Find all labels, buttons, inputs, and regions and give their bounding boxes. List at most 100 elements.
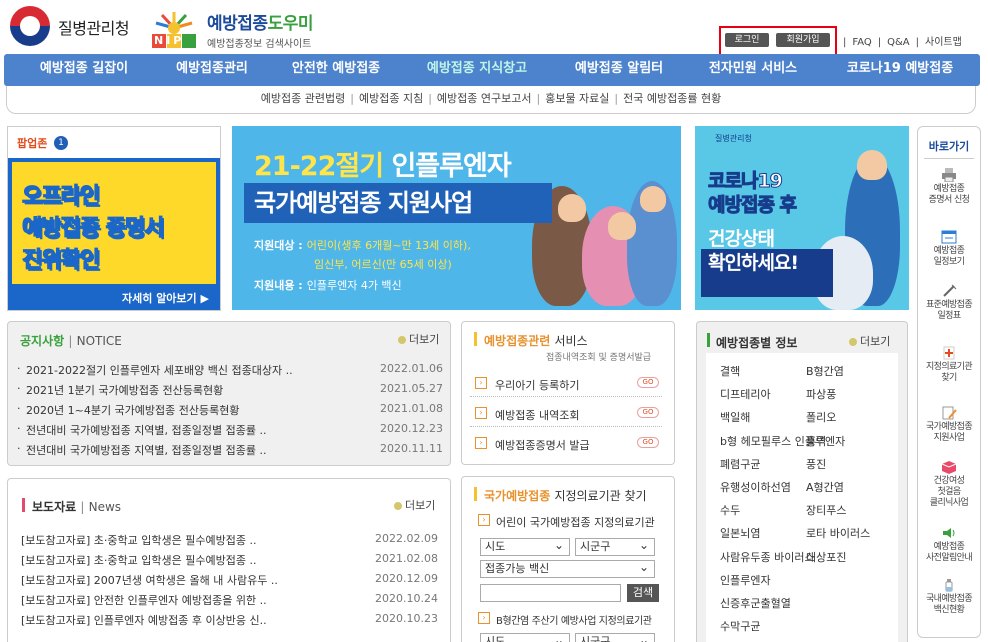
disease-item[interactable]: B형간염 — [802, 363, 844, 379]
sido-select[interactable]: 시도 — [480, 537, 570, 556]
notice-item-title: 2020년 1~4분기 국가예방접종 전산등록현황 — [26, 404, 240, 417]
disease-item[interactable]: 디프테리아 — [716, 386, 771, 402]
covid-line-1: 코로나19 — [708, 170, 784, 193]
clinic-child-label: 어린이 국가예방접종 지정의료기관 — [496, 516, 655, 529]
faq-link[interactable]: FAQ — [852, 37, 871, 48]
press-item-title: [보도참고자료] 초·중학교 입학생은 필수예방접종 .. — [21, 554, 257, 567]
press-item-title: [보도참고자료] 초·중학교 입학생은 필수예방접종 .. — [21, 534, 257, 547]
disease-title-bar — [707, 333, 710, 347]
nav-item-knowledge[interactable]: 예방접종 지식창고 — [414, 54, 540, 86]
disease-item[interactable]: 폐렴구균 — [716, 456, 760, 472]
subnav-reports[interactable]: 예방접종 연구보고서 — [437, 92, 532, 105]
quick-vaccine-status[interactable]: 국내예방접종 백신현황 — [917, 578, 981, 616]
go-button[interactable]: GO — [637, 437, 659, 448]
popup-more-link[interactable]: 자세히 알아보기 ▶ — [122, 290, 209, 306]
press-more-link[interactable]: 더보기 — [394, 497, 435, 513]
hepb-sido-select[interactable]: 시도 — [480, 632, 570, 642]
nav-item-alerts[interactable]: 예방접종 알림터 — [560, 54, 678, 86]
sigungu-select[interactable]: 시군구 — [575, 537, 655, 556]
nav-item-safety[interactable]: 안전한 예방접종 — [280, 54, 392, 86]
vaccine-select[interactable]: 접종가능 백신 — [480, 559, 655, 578]
signup-button[interactable]: 회원가입 — [776, 33, 830, 47]
quick-pre-notice[interactable]: 예방접종 사전알림안내 — [917, 526, 981, 564]
services-title-rest: 서비스 — [554, 334, 588, 348]
document-pen-icon — [942, 406, 957, 420]
nav-item-covid[interactable]: 코로나19 예방접종 — [830, 54, 970, 86]
nip-letters: NIP — [154, 34, 185, 47]
site-title[interactable]: 예방접종도우미 — [207, 9, 313, 34]
nav-item-guide[interactable]: 예방접종 길잡이 — [22, 54, 146, 86]
quick-find-clinic[interactable]: 지정의료기관 찾기 — [917, 346, 981, 384]
arrow-right-icon: › — [475, 437, 487, 449]
disease-more-link[interactable]: 더보기 — [849, 333, 890, 349]
disease-item[interactable]: 수두 — [716, 502, 740, 518]
disease-item[interactable]: 일본뇌염 — [716, 525, 760, 541]
disease-item[interactable]: 홍역 — [802, 433, 826, 449]
hospital-icon — [943, 346, 955, 360]
notice-item-title: 2021-2022절기 인플루엔자 세포배양 백신 접종대상자 .. — [26, 364, 293, 377]
go-button[interactable]: GO — [637, 377, 659, 388]
disease-item[interactable]: 폴리오 — [802, 409, 836, 425]
disease-item[interactable]: 파상풍 — [802, 386, 836, 402]
quick-standard-schedule[interactable]: 표준예방접종 일정표 — [917, 284, 981, 322]
clinic-search-input[interactable] — [480, 584, 621, 602]
clinic-title-main: 국가예방접종 — [484, 489, 551, 503]
disease-item[interactable]: 대상포진 — [802, 549, 846, 565]
quick-cert-apply[interactable]: 예방접종 증명서 신청 — [917, 168, 981, 206]
service-register-baby[interactable]: › 우리아기 등록하기 GO — [470, 371, 662, 397]
subnav-laws[interactable]: 예방접종 관련법령 — [261, 92, 345, 105]
agency-name[interactable]: 질병관리청 — [58, 15, 130, 39]
disease-item[interactable]: 인플루엔자 — [716, 572, 771, 588]
disease-item[interactable]: 신증후군출혈열 — [716, 595, 791, 611]
disease-item[interactable]: 백일해 — [716, 409, 750, 425]
notice-item-date: 2021.01.08 — [380, 402, 443, 415]
login-button[interactable]: 로그인 — [725, 33, 769, 47]
subnav-promo[interactable]: 홍보물 자료실 — [545, 92, 609, 105]
press-item-date: 2022.02.09 — [375, 532, 438, 545]
service-history[interactable]: › 예방접종 내역조회 GO — [470, 401, 662, 427]
covid-line-2: 예방접종 후 — [707, 194, 797, 217]
clinic-title-bar — [474, 487, 477, 501]
top-links: | FAQ | Q&A | 사이트맵 — [843, 37, 962, 48]
agency-emblem[interactable] — [10, 6, 50, 46]
subnav-guidelines[interactable]: 예방접종 지침 — [359, 92, 423, 105]
notice-item-date: 2022.01.06 — [380, 362, 443, 375]
subnav-rates[interactable]: 전국 예방접종률 현황 — [623, 92, 721, 105]
hepb-sigungu-select[interactable]: 시군구 — [575, 632, 655, 642]
popup-line-1: 오프라인 — [22, 184, 101, 210]
arrow-right-icon: › — [475, 407, 487, 419]
quick-women-clinic[interactable]: 건강여성 첫걸음 클리닉사업 — [917, 460, 981, 509]
services-title-bar — [474, 332, 477, 346]
flu-content: 인플루엔자 4가 백신 — [306, 279, 402, 292]
clinic-search-button[interactable]: 검색 — [627, 584, 659, 602]
disease-item[interactable]: 풍진 — [802, 456, 826, 472]
services-title-main: 예방접종관련 — [484, 334, 551, 348]
notice-item-date: 2021.05.27 — [380, 382, 443, 395]
disease-item[interactable]: 수막구균 — [716, 618, 760, 634]
service-certificate[interactable]: › 예방접종증명서 발급 GO — [470, 431, 662, 457]
nav-item-civil[interactable]: 전자민원 서비스 — [696, 54, 810, 86]
notice-bullet: · — [17, 382, 21, 395]
notice-title-en: NOTICE — [76, 334, 122, 348]
disease-item[interactable]: 유행성이하선염 — [716, 479, 791, 495]
disease-item[interactable]: 결핵 — [716, 363, 740, 379]
notice-item-date: 2020.11.11 — [380, 442, 443, 455]
quick-schedule[interactable]: 예방접종 일정보기 — [917, 230, 981, 268]
notice-more-link[interactable]: 더보기 — [398, 331, 439, 347]
nav-item-management[interactable]: 예방접종관리 — [160, 54, 264, 86]
press-title: 보도자료 | News — [32, 500, 122, 514]
disease-item[interactable]: 장티푸스 — [802, 502, 846, 518]
box-icon — [941, 461, 957, 474]
popup-page-indicator[interactable]: 1 — [54, 136, 68, 150]
disease-item[interactable]: 로타 바이러스 — [802, 525, 870, 541]
services-title: 예방접종관련 서비스 — [484, 332, 588, 349]
qna-link[interactable]: Q&A — [887, 37, 910, 48]
arrow-right-icon: › — [478, 612, 490, 624]
sitemap-link[interactable]: 사이트맵 — [925, 37, 962, 48]
quick-national-program[interactable]: 국가예방접종 지원사업 — [917, 406, 981, 444]
covid-banner-agency: 질병관리청 — [715, 134, 752, 143]
disease-item[interactable]: 사람유두종 바이러스 — [716, 549, 815, 565]
nip-logo[interactable]: NIP — [148, 8, 200, 50]
go-button[interactable]: GO — [637, 407, 659, 418]
disease-item[interactable]: A형간염 — [802, 479, 844, 495]
